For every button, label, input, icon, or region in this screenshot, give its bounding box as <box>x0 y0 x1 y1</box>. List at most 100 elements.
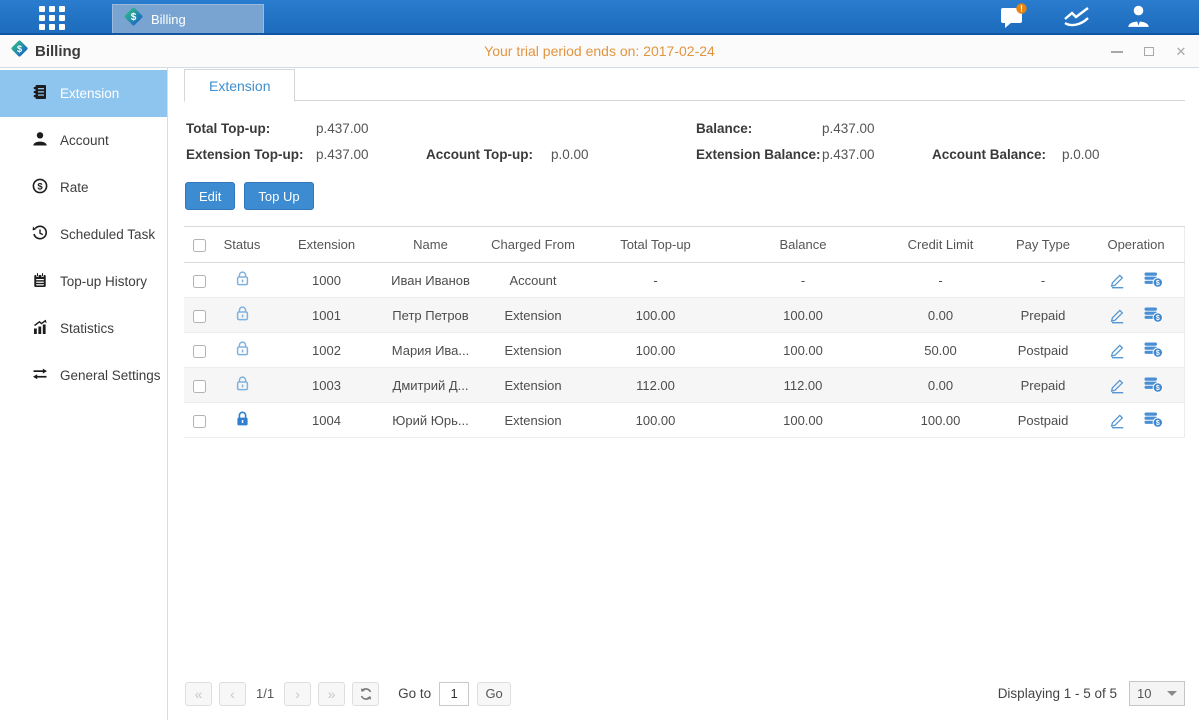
window-titlebar: $ Billing Your trial period ends on: 201… <box>0 35 1199 68</box>
unlocked-icon <box>235 340 250 357</box>
person-icon <box>32 131 48 150</box>
cell-pay-type: Prepaid <box>998 368 1088 403</box>
go-button[interactable]: Go <box>477 682 511 706</box>
refresh-icon[interactable] <box>352 682 379 706</box>
row-checkbox[interactable] <box>193 275 206 288</box>
sidebar-item-label: Extension <box>60 86 119 101</box>
svg-text:$: $ <box>1156 315 1160 322</box>
displaying-count: Displaying 1 - 5 of 5 <box>998 686 1117 701</box>
edit-row-icon[interactable] <box>1109 272 1126 289</box>
tab-extension[interactable]: Extension <box>184 69 295 102</box>
topup-row-icon[interactable]: $ <box>1144 412 1163 428</box>
cell-balance: 100.00 <box>723 298 883 333</box>
extension-balance-value: p.437.00 <box>822 147 932 162</box>
extension-topup-value: p.437.00 <box>316 147 426 162</box>
sidebar-item-scheduled-task[interactable]: Scheduled Task <box>0 211 167 258</box>
dollar-circle-icon: $ <box>32 178 48 197</box>
cell-pay-type: Postpaid <box>998 333 1088 368</box>
account-balance-label: Account Balance: <box>932 147 1062 162</box>
extensions-table: Status Extension Name Charged From Total… <box>184 226 1185 438</box>
extension-status <box>214 403 270 438</box>
topup-row-icon[interactable]: $ <box>1144 377 1163 393</box>
balance-label: Balance: <box>696 121 822 136</box>
last-page-button[interactable] <box>318 682 345 706</box>
edit-row-icon[interactable] <box>1109 377 1126 394</box>
table-row: 1001Петр ПетровExtension100.00100.000.00… <box>184 298 1185 333</box>
cell-name: Иван Иванов <box>383 263 478 298</box>
edit-row-icon[interactable] <box>1109 412 1126 429</box>
topup-row-icon[interactable]: $ <box>1144 342 1163 358</box>
edit-row-icon[interactable] <box>1109 342 1126 359</box>
sidebar-item-rate[interactable]: $ Rate <box>0 164 167 211</box>
row-checkbox[interactable] <box>193 345 206 358</box>
user-account-icon[interactable] <box>1126 4 1151 29</box>
maximize-icon[interactable] <box>1141 44 1157 60</box>
cell-extension: 1002 <box>270 333 383 368</box>
svg-text:$: $ <box>17 44 22 54</box>
statistics-chart-icon[interactable] <box>1062 5 1092 29</box>
pagination-bar: 1/1 Go to Go Displaying 1 - 5 of 5 10 <box>184 675 1185 720</box>
content-panel: Extension Total Top-up: p.437.00 Balance… <box>168 68 1199 720</box>
taskbar-tab-billing[interactable]: $ Billing <box>112 4 264 33</box>
col-name: Name <box>383 227 478 263</box>
top-up-button[interactable]: Top Up <box>244 182 313 210</box>
page-size-select[interactable]: 10 <box>1129 681 1185 706</box>
sidebar: Extension Account $ Rate <box>0 68 168 720</box>
extension-status <box>214 333 270 368</box>
table-row: 1000Иван ИвановAccount----$ <box>184 263 1185 298</box>
balance-value: p.437.00 <box>822 121 932 136</box>
cell-total-topup: 100.00 <box>588 403 723 438</box>
cell-pay-type: Postpaid <box>998 403 1088 438</box>
goto-label: Go to <box>398 686 431 701</box>
account-topup-label: Account Top-up: <box>426 147 551 162</box>
cell-charged-from: Extension <box>478 368 588 403</box>
select-all-checkbox[interactable] <box>193 239 206 252</box>
first-page-button[interactable] <box>185 682 212 706</box>
extension-status <box>214 368 270 403</box>
sidebar-item-account[interactable]: Account <box>0 117 167 164</box>
row-checkbox[interactable] <box>193 380 206 393</box>
table-row: 1002Мария Ива...Extension100.00100.0050.… <box>184 333 1185 368</box>
cell-balance: 100.00 <box>723 403 883 438</box>
app-grid-icon[interactable] <box>38 5 66 31</box>
svg-text:$: $ <box>1156 350 1160 357</box>
cell-name: Петр Петров <box>383 298 478 333</box>
topup-row-icon[interactable]: $ <box>1144 272 1163 288</box>
extension-book-icon <box>32 84 48 103</box>
cell-charged-from: Extension <box>478 403 588 438</box>
messages-icon[interactable]: ! <box>1000 3 1028 30</box>
row-checkbox[interactable] <box>193 415 206 428</box>
billing-window-icon: $ <box>10 39 29 63</box>
edit-row-icon[interactable] <box>1109 307 1126 324</box>
col-balance: Balance <box>723 227 883 263</box>
svg-text:$: $ <box>131 12 137 23</box>
toolbar: Edit Top Up <box>185 182 1185 210</box>
cell-extension: 1003 <box>270 368 383 403</box>
close-icon[interactable] <box>1173 44 1189 60</box>
unlocked-icon <box>235 375 250 392</box>
sidebar-item-extension[interactable]: Extension <box>0 70 167 117</box>
swap-arrows-icon <box>32 366 48 385</box>
svg-text:$: $ <box>1156 420 1160 427</box>
cell-charged-from: Account <box>478 263 588 298</box>
sidebar-item-statistics[interactable]: Statistics <box>0 305 167 352</box>
bar-chart-icon <box>32 319 48 338</box>
col-total-topup: Total Top-up <box>588 227 723 263</box>
account-topup-value: p.0.00 <box>551 147 696 162</box>
next-page-button[interactable] <box>284 682 311 706</box>
unlocked-icon <box>235 270 250 287</box>
prev-page-button[interactable] <box>219 682 246 706</box>
minimize-icon[interactable] <box>1109 44 1125 60</box>
cell-balance: 112.00 <box>723 368 883 403</box>
edit-button[interactable]: Edit <box>185 182 235 210</box>
row-checkbox[interactable] <box>193 310 206 323</box>
goto-page-input[interactable] <box>439 682 469 706</box>
extension-status <box>214 263 270 298</box>
sidebar-item-topup-history[interactable]: Top-up History <box>0 258 167 305</box>
cell-total-topup: 112.00 <box>588 368 723 403</box>
sidebar-item-general-settings[interactable]: General Settings <box>0 352 167 399</box>
page-size-value: 10 <box>1137 686 1151 701</box>
unlocked-icon <box>235 305 250 322</box>
topup-row-icon[interactable]: $ <box>1144 307 1163 323</box>
sidebar-item-label: Statistics <box>60 321 114 336</box>
